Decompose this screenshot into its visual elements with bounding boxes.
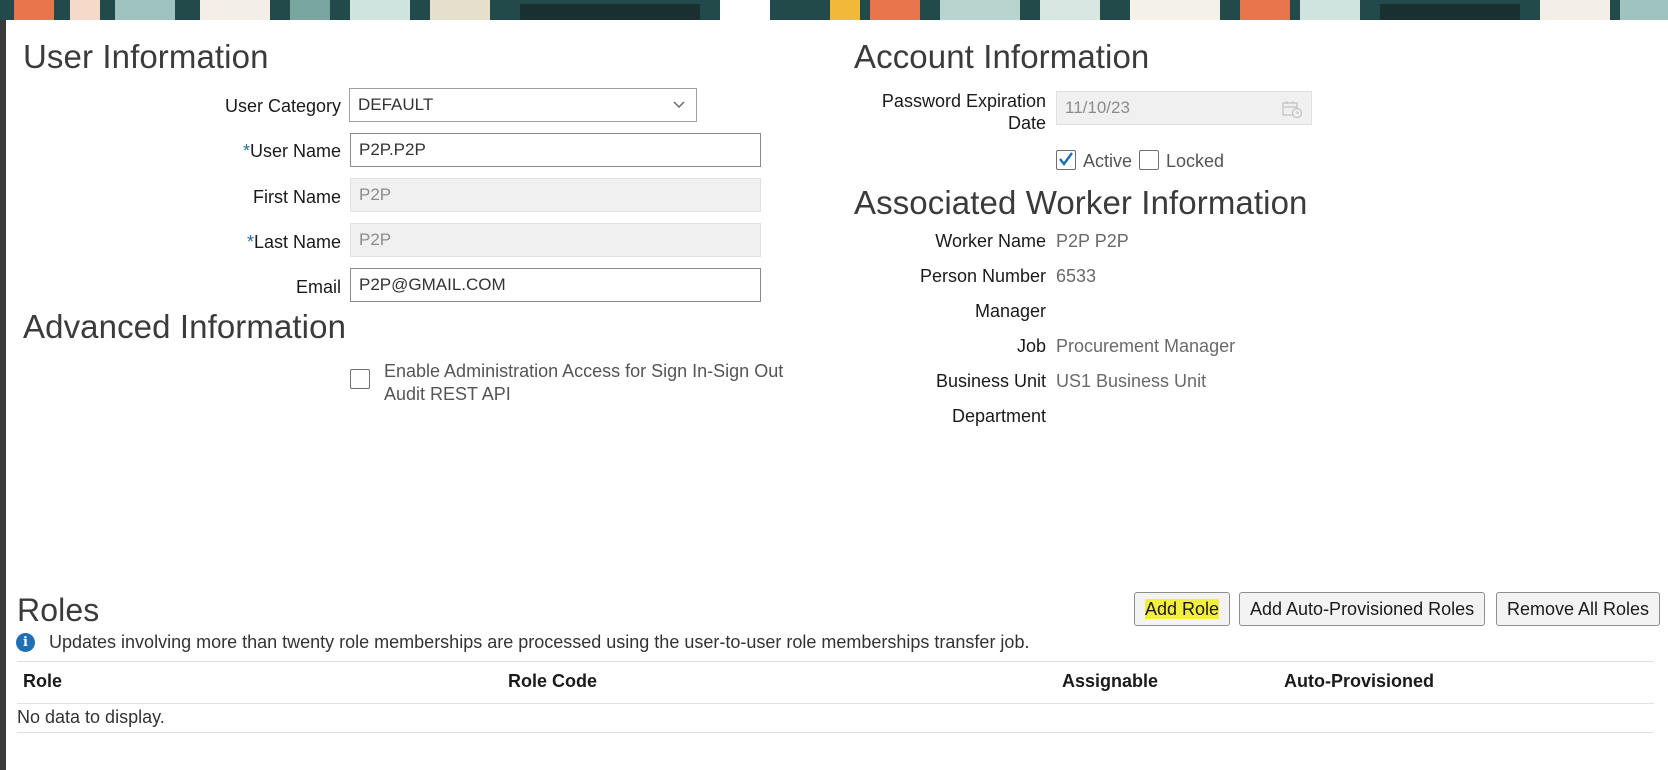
table-bottom-divider: [17, 732, 1654, 733]
user-category-value: DEFAULT: [358, 95, 434, 114]
checkmark-icon: [1059, 152, 1073, 166]
column-header-assignable[interactable]: Assignable: [1062, 671, 1158, 692]
associated-worker-information-heading: Associated Worker Information: [854, 184, 1308, 221]
calendar-icon: [1282, 101, 1303, 119]
manager-label: Manager: [974, 301, 1046, 321]
user-information-heading: User Information: [23, 38, 269, 75]
active-label: Active: [1083, 151, 1133, 171]
job-label: Job: [1016, 336, 1046, 356]
password-expiration-value: 11/10/23: [1065, 98, 1130, 117]
admin-access-label-line2: Audit REST API: [384, 384, 511, 404]
first-name-label: First Name: [252, 187, 341, 207]
header-banner: [0, 0, 1668, 20]
table-header-divider: [17, 703, 1654, 704]
user-category-select[interactable]: DEFAULT: [349, 88, 697, 122]
chevron-down-icon[interactable]: [672, 98, 686, 112]
locked-checkbox[interactable]: [1139, 150, 1159, 170]
table-top-divider: [17, 661, 1654, 662]
worker-name-value: P2P P2P: [1056, 231, 1129, 251]
roles-info-message: Updates involving more than twenty role …: [49, 632, 1030, 652]
user-name-input[interactable]: P2P.P2P: [350, 133, 761, 167]
password-expiration-field: 11/10/23: [1056, 91, 1312, 125]
user-name-label: *User Name: [243, 141, 341, 162]
required-mark: *: [242, 141, 250, 161]
admin-access-checkbox[interactable]: [350, 369, 370, 389]
business-unit-label: Business Unit: [935, 371, 1046, 391]
department-label: Department: [951, 406, 1046, 426]
last-name-label-text: Last Name: [253, 232, 341, 252]
password-expiration-label: Password Expiration Date: [882, 90, 1046, 134]
advanced-information-heading: Advanced Information: [23, 308, 347, 345]
remove-all-roles-button[interactable]: Remove All Roles: [1496, 592, 1661, 626]
first-name-field: P2P: [350, 178, 761, 212]
locked-label: Locked: [1166, 151, 1225, 171]
user-name-label-text: User Name: [249, 141, 341, 161]
person-number-value: 6533: [1056, 266, 1097, 286]
admin-access-label-line1: Enable Administration Access for Sign In…: [384, 361, 784, 381]
roles-heading: Roles: [17, 592, 100, 628]
last-name-label: *Last Name: [247, 232, 341, 253]
column-header-auto-provisioned[interactable]: Auto-Provisioned: [1284, 671, 1434, 692]
info-icon: i: [16, 633, 35, 652]
user-category-label: User Category: [224, 96, 341, 116]
email-input[interactable]: P2P@GMAIL.COM: [350, 268, 761, 302]
last-name-field: P2P: [350, 223, 761, 257]
admin-access-label: Enable Administration Access for Sign In…: [384, 361, 783, 405]
password-expiration-label-line2: Date: [1007, 113, 1046, 133]
email-label: Email: [295, 277, 341, 297]
add-auto-provisioned-roles-button[interactable]: Add Auto-Provisioned Roles: [1239, 592, 1486, 626]
password-expiration-label-line1: Password Expiration: [881, 91, 1046, 111]
roles-empty-message: No data to display.: [17, 707, 165, 727]
column-header-role[interactable]: Role: [23, 671, 62, 692]
account-information-heading: Account Information: [854, 38, 1150, 75]
add-role-button[interactable]: Add Role: [1134, 592, 1231, 626]
person-number-label: Person Number: [919, 266, 1046, 286]
banner-pattern-image: [0, 0, 1668, 20]
business-unit-value: US1 Business Unit: [1056, 371, 1207, 391]
job-value: Procurement Manager: [1056, 336, 1236, 356]
required-mark: *: [246, 232, 254, 252]
left-window-edge: [0, 0, 6, 770]
active-checkbox[interactable]: [1056, 150, 1076, 170]
add-role-button-label: Add Role: [1145, 599, 1220, 619]
column-header-role-code[interactable]: Role Code: [508, 671, 597, 692]
worker-name-label: Worker Name: [935, 231, 1046, 251]
